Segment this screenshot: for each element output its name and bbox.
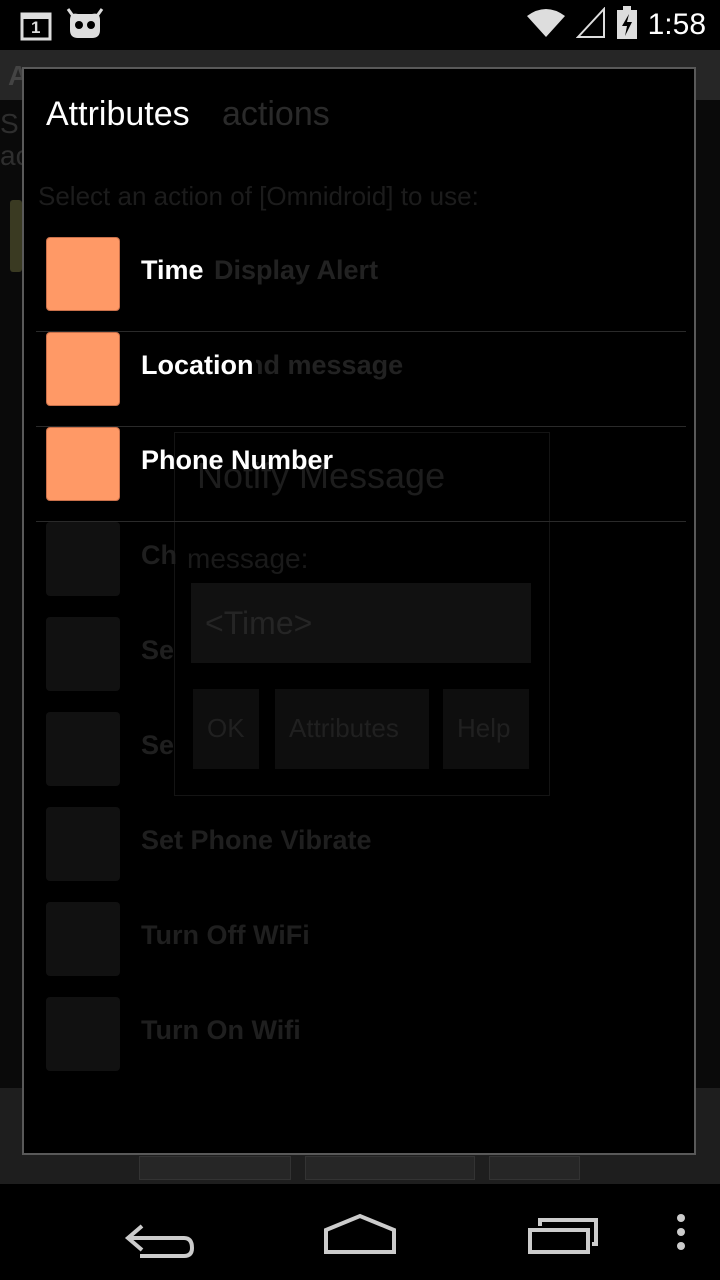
clock: 1:58 [647, 8, 706, 41]
color-swatch [46, 237, 120, 311]
recents-icon[interactable] [522, 1202, 606, 1266]
dimmed-list-item: Se [36, 617, 686, 712]
background-side-text: S [0, 108, 19, 139]
ghost-list-label: Display Alert [214, 255, 379, 285]
dimmed-swatch [46, 807, 120, 881]
list-item-label: Phone Number [141, 445, 334, 475]
dimmed-swatch [46, 617, 120, 691]
dimmed-list-item: Turn On Wifi [36, 997, 686, 1092]
list-item-label: Location [141, 350, 256, 381]
home-icon[interactable] [318, 1202, 402, 1266]
calendar-notification-icon: 1 [20, 11, 52, 41]
navigation-bar [0, 1184, 720, 1280]
back-icon[interactable] [118, 1202, 202, 1266]
dimmed-swatch [46, 997, 120, 1071]
dimmed-label: Se [141, 635, 175, 665]
dimmed-label: Ch [141, 540, 177, 570]
dimmed-swatch [46, 902, 120, 976]
dimmed-list-item: Turn Off WiFi [36, 902, 686, 997]
background-widget [10, 200, 22, 272]
dimmed-list-item: Ch [36, 522, 686, 617]
wifi-icon [526, 8, 566, 42]
background-button [305, 1156, 475, 1180]
android-mod-icon [66, 8, 104, 44]
ghost-dialog-title: actions [222, 95, 330, 133]
dimmed-label: Turn Off WiFi [141, 920, 310, 950]
dimmed-swatch [46, 712, 120, 786]
dimmed-label: Se [141, 730, 175, 760]
attributes-list: Display Alert Time Send message Location… [36, 237, 686, 1092]
list-item-time[interactable]: Display Alert Time [36, 237, 686, 332]
dimmed-list-item: Set Phone Vibrate [36, 807, 686, 902]
ghost-prompt: Select an action of [Omnidroid] to use: [38, 181, 479, 211]
dialog-title: Attributes [46, 95, 190, 133]
background-button [489, 1156, 580, 1180]
background-button [139, 1156, 291, 1180]
battery-charging-icon [616, 6, 638, 44]
dimmed-label: Turn On Wifi [141, 1015, 301, 1045]
list-item-label: Time [141, 255, 206, 286]
dimmed-swatch [46, 522, 120, 596]
color-swatch [46, 332, 120, 406]
list-item-phone-number[interactable]: Phone Number [36, 427, 686, 522]
list-item-location[interactable]: Send message Location [36, 332, 686, 427]
color-swatch [46, 427, 120, 501]
status-bar: 1 1:58 [0, 0, 720, 50]
notification-count: 1 [31, 18, 41, 37]
dimmed-label: Set Phone Vibrate [141, 825, 372, 855]
overflow-menu-icon[interactable] [666, 1212, 696, 1256]
signal-icon [575, 6, 606, 43]
dimmed-list-item: Se [36, 712, 686, 807]
attributes-dialog: Attributes actions Select an action of [… [22, 67, 696, 1155]
